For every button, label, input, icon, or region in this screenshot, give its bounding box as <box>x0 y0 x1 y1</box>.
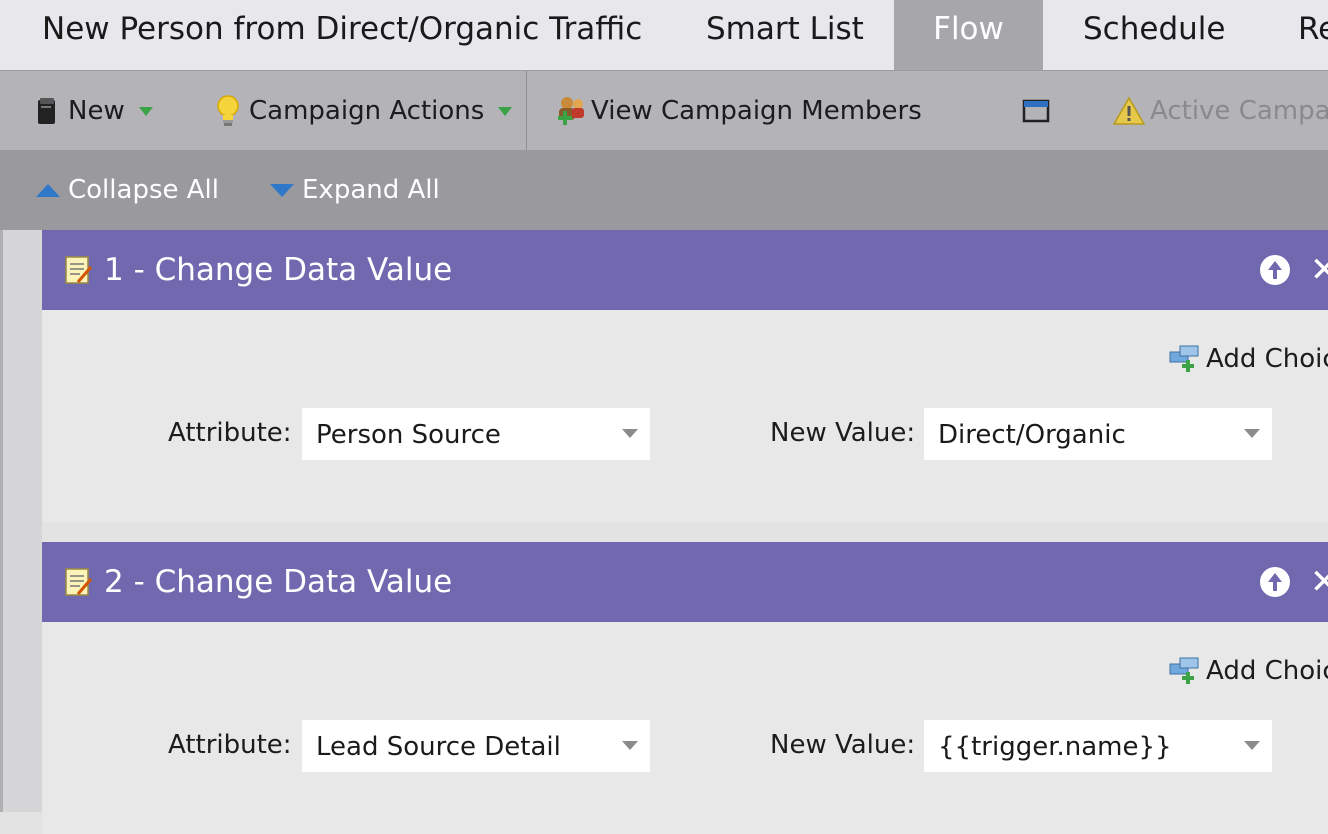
campaign-title: New Person from Direct/Organic Traffic <box>42 11 643 47</box>
collapse-all-button[interactable]: Collapse All <box>36 150 219 230</box>
new-value-select[interactable]: Direct/Organic <box>924 408 1272 460</box>
flow-step-header[interactable]: 2 - Change Data Value ✕ <box>42 542 1328 622</box>
tab-results[interactable]: Re <box>1298 0 1328 70</box>
move-up-icon[interactable] <box>1260 255 1290 285</box>
chevron-down-icon <box>1244 429 1260 438</box>
collapse-all-label: Collapse All <box>68 175 219 205</box>
tab-bar: New Person from Direct/Organic Traffic S… <box>0 0 1328 70</box>
attribute-label: Attribute: <box>168 730 292 760</box>
new-icon <box>38 98 55 124</box>
attribute-value: Person Source <box>316 420 501 450</box>
toolbar-divider <box>526 71 527 151</box>
add-choice-label: Add Choic <box>1206 656 1328 686</box>
dropdown-arrow-icon <box>138 106 153 116</box>
chevron-down-icon <box>622 429 638 438</box>
toolbar: New Campaign Actions View Campaign Membe… <box>0 70 1328 151</box>
view-members-label: View Campaign Members <box>591 96 922 126</box>
close-icon[interactable]: ✕ <box>1310 562 1328 602</box>
notepad-icon <box>65 568 93 596</box>
new-value-label: New Value: <box>770 730 916 760</box>
add-choice-icon <box>1169 657 1199 684</box>
add-choice-icon <box>1169 345 1199 372</box>
add-choice-button[interactable]: Add Choic <box>1168 656 1328 686</box>
attribute-value: Lead Source Detail <box>316 732 561 762</box>
warning-icon <box>1112 96 1146 125</box>
window-button[interactable] <box>1022 71 1050 151</box>
notepad-icon <box>65 256 93 284</box>
chevron-down-icon <box>1244 741 1260 750</box>
flow-step-title: 2 - Change Data Value <box>104 564 453 600</box>
lightbulb-icon <box>217 95 239 126</box>
collapse-icon <box>36 183 60 197</box>
expand-all-button[interactable]: Expand All <box>270 150 440 230</box>
campaign-actions-menu-button[interactable]: Campaign Actions <box>215 71 513 151</box>
expand-icon <box>270 183 294 197</box>
chevron-down-icon <box>622 741 638 750</box>
expand-all-label: Expand All <box>302 175 440 205</box>
attribute-label: Attribute: <box>168 418 292 448</box>
flow-step-title: 1 - Change Data Value <box>104 252 453 288</box>
new-value-label: New Value: <box>770 418 916 448</box>
flow-step-body: Add Choic Attribute: Lead Source Detail … <box>42 622 1328 834</box>
attribute-select[interactable]: Lead Source Detail <box>302 720 650 772</box>
attribute-select[interactable]: Person Source <box>302 408 650 460</box>
window-icon <box>1022 99 1050 123</box>
active-campaign-label: Active Campaig <box>1150 96 1328 126</box>
tab-flow[interactable]: Flow <box>894 0 1043 70</box>
flow-step: 2 - Change Data Value ✕ Add Choic Attrib… <box>42 542 1328 834</box>
members-icon <box>558 97 584 125</box>
flow-step-body: Add Choic Attribute: Person Source New V… <box>42 310 1328 522</box>
new-value-value: {{trigger.name}} <box>938 732 1172 762</box>
new-label: New <box>68 96 125 126</box>
view-campaign-members-button[interactable]: View Campaign Members <box>555 71 922 151</box>
add-choice-label: Add Choic <box>1206 344 1328 374</box>
flow-step-header[interactable]: 1 - Change Data Value ✕ <box>42 230 1328 310</box>
close-icon[interactable]: ✕ <box>1310 250 1328 290</box>
add-choice-button[interactable]: Add Choic <box>1168 344 1328 374</box>
tab-schedule[interactable]: Schedule <box>1083 0 1225 70</box>
new-value-value: Direct/Organic <box>938 420 1126 450</box>
move-up-icon[interactable] <box>1260 567 1290 597</box>
new-menu-button[interactable]: New <box>36 71 153 151</box>
dropdown-arrow-icon <box>498 106 513 116</box>
tab-smart-list[interactable]: Smart List <box>706 0 864 70</box>
active-campaign-status: Active Campaig <box>1112 71 1328 151</box>
left-gutter <box>0 230 42 812</box>
flow-subbar: Collapse All Expand All <box>0 150 1328 230</box>
flow-step: 1 - Change Data Value ✕ Add Choic Attrib… <box>42 230 1328 522</box>
campaign-actions-label: Campaign Actions <box>249 96 485 126</box>
new-value-select[interactable]: {{trigger.name}} <box>924 720 1272 772</box>
